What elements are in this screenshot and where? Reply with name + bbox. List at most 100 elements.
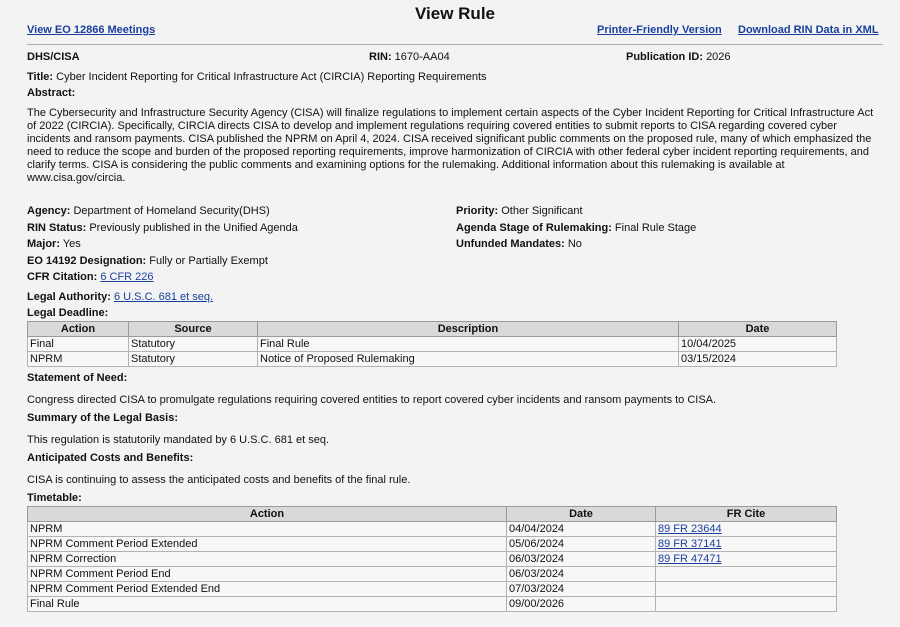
table-row: Final Statutory Final Rule 10/04/2025 (27, 336, 837, 352)
rin-status-label: RIN Status: (27, 221, 87, 234)
legal-authority-link[interactable]: 6 U.S.C. 681 et seq. (114, 291, 213, 303)
priority-row: Priority: Other Significant (456, 205, 696, 222)
timetable-cell: 05/06/2024 (506, 536, 656, 552)
rin-field: RIN: 1670-AA04 (369, 51, 450, 63)
rule-title: Title: Cyber Incident Reporting for Crit… (27, 69, 883, 85)
agency-label: Agency: (27, 205, 71, 217)
timetable-cell: 89 FR 47471 (655, 551, 837, 567)
major-label: Major: (27, 238, 60, 250)
fr-cite-link[interactable]: 89 FR 37141 (658, 538, 722, 550)
statement-of-need-label: Statement of Need: (27, 372, 128, 384)
publication-id-field: Publication ID: 2026 (626, 51, 731, 63)
legal-basis-label: Summary of the Legal Basis: (27, 412, 178, 424)
stage-value: Final Rule Stage (614, 221, 697, 234)
unfunded-value: No (567, 238, 582, 250)
timetable-cell: 89 FR 23644 (655, 521, 837, 537)
table-row: Final Rule 09/00/2026 (27, 596, 837, 612)
deadline-col-description: Description (257, 321, 679, 337)
timetable-cell: 06/03/2024 (506, 566, 656, 582)
page-title: View Rule (415, 4, 495, 23)
cfr-citation-link[interactable]: 6 CFR 226 (100, 271, 153, 283)
id-row: DHS/CISA RIN: 1670-AA04 Publication ID: … (27, 51, 883, 69)
timetable-cell: 07/03/2024 (506, 581, 656, 597)
details-right: Priority: Other Significant Agenda Stage… (456, 205, 696, 255)
deadline-cell: NPRM (27, 351, 129, 367)
title-label: Title: (27, 71, 54, 83)
timetable-cell (655, 566, 837, 582)
table-row: NPRM 04/04/2024 89 FR 23644 (27, 521, 837, 537)
table-row: NPRM Correction 06/03/2024 89 FR 47471 (27, 551, 837, 567)
agency-code: DHS/CISA (27, 51, 80, 63)
timetable-cell (655, 596, 837, 612)
rin-value: 1670-AA04 (394, 51, 450, 63)
table-row: NPRM Comment Period Extended End 07/03/2… (27, 581, 837, 597)
unfunded-label: Unfunded Mandates: (456, 238, 565, 250)
header-divider (27, 44, 883, 45)
timetable-col-date: Date (506, 506, 656, 522)
statement-of-need-text: Congress directed CISA to promulgate reg… (27, 394, 717, 406)
deadline-cell: Notice of Proposed Rulemaking (257, 351, 679, 367)
details-block: Agency: Department of Homeland Security(… (27, 205, 883, 289)
timetable-cell: 09/00/2026 (506, 596, 656, 612)
authority-label: Legal Authority: (27, 291, 111, 303)
deadline-cell: Statutory (128, 336, 258, 352)
priority-value: Other Significant (501, 205, 583, 217)
eo-label: EO 14192 Designation: (27, 254, 147, 267)
printer-friendly-link[interactable]: Printer-Friendly Version (597, 24, 722, 36)
timetable-cell: 04/04/2024 (506, 521, 656, 537)
agency-row: Agency: Department of Homeland Security(… (27, 205, 298, 222)
title-value: Cyber Incident Reporting for Critical In… (56, 71, 487, 83)
cfr-label: CFR Citation: (27, 271, 98, 283)
table-row: NPRM Comment Period End 06/03/2024 (27, 566, 837, 582)
timetable-cell: NPRM Comment Period End (27, 566, 507, 582)
timetable-cell: Final Rule (27, 596, 507, 612)
timetable-cell: 06/03/2024 (506, 551, 656, 567)
deadline-cell: Final (27, 336, 129, 352)
fr-cite-link[interactable]: 89 FR 47471 (658, 553, 722, 565)
timetable-cell: NPRM Comment Period Extended (27, 536, 507, 552)
deadline-col-action: Action (27, 321, 129, 337)
priority-label: Priority: (456, 205, 499, 217)
unfunded-row: Unfunded Mandates: No (456, 238, 696, 255)
timetable-cell: 89 FR 37141 (655, 536, 837, 552)
stage-label: Agenda Stage of Rulemaking: (456, 221, 612, 234)
timetable-table: Action Date FR Cite NPRM 04/04/2024 89 F… (27, 506, 837, 612)
abstract-label: Abstract: (27, 87, 76, 99)
eo-value: Fully or Partially Exempt (149, 254, 268, 267)
timetable-col-action: Action (27, 506, 507, 522)
costs-benefits-label: Anticipated Costs and Benefits: (27, 452, 194, 464)
table-row: NPRM Comment Period Extended 05/06/2024 … (27, 536, 837, 552)
timetable-cell: NPRM Comment Period Extended End (27, 581, 507, 597)
publication-id-value: 2026 (706, 51, 731, 63)
details-left: Agency: Department of Homeland Security(… (27, 205, 298, 288)
top-links: View EO 12866 Meetings Printer-Friendly … (27, 24, 883, 42)
costs-benefits-text: CISA is continuing to assess the anticip… (27, 474, 411, 486)
timetable-cell: NPRM (27, 521, 507, 537)
deadline-cell: 03/15/2024 (678, 351, 837, 367)
rin-status-value: Previously published in the Unified Agen… (89, 221, 298, 234)
agency-value: Department of Homeland Security(DHS) (73, 205, 270, 217)
legal-deadline-label: Legal Deadline: (27, 307, 109, 319)
timetable-col-frcite: FR Cite (655, 506, 837, 522)
deadline-cell: 10/04/2025 (678, 336, 837, 352)
timetable-cell (655, 581, 837, 597)
major-value: Yes (62, 238, 81, 250)
authority-row: Legal Authority: 6 U.S.C. 681 et seq. (27, 289, 883, 305)
eo-meetings-link[interactable]: View EO 12866 Meetings (27, 24, 155, 36)
fr-cite-link[interactable]: 89 FR 23644 (658, 523, 722, 535)
deadline-col-date: Date (678, 321, 837, 337)
eo-row: EO 14192 Designation: Fully or Partially… (27, 255, 298, 272)
table-row: NPRM Statutory Notice of Proposed Rulema… (27, 351, 837, 367)
publication-id-label: Publication ID: (626, 51, 703, 63)
timetable-cell: NPRM Correction (27, 551, 507, 567)
deadline-cell: Statutory (128, 351, 258, 367)
rin-label: RIN: (369, 51, 392, 63)
deadline-cell: Final Rule (257, 336, 679, 352)
rule-page: View Rule View EO 12866 Meetings Printer… (27, 0, 883, 612)
major-row: Major: Yes (27, 238, 298, 255)
download-xml-link[interactable]: Download RIN Data in XML (738, 24, 879, 36)
deadline-col-source: Source (128, 321, 258, 337)
timetable-label: Timetable: (27, 492, 82, 504)
cfr-row: CFR Citation: 6 CFR 226 (27, 271, 298, 288)
stage-row: Agenda Stage of Rulemaking: Final Rule S… (456, 222, 696, 239)
